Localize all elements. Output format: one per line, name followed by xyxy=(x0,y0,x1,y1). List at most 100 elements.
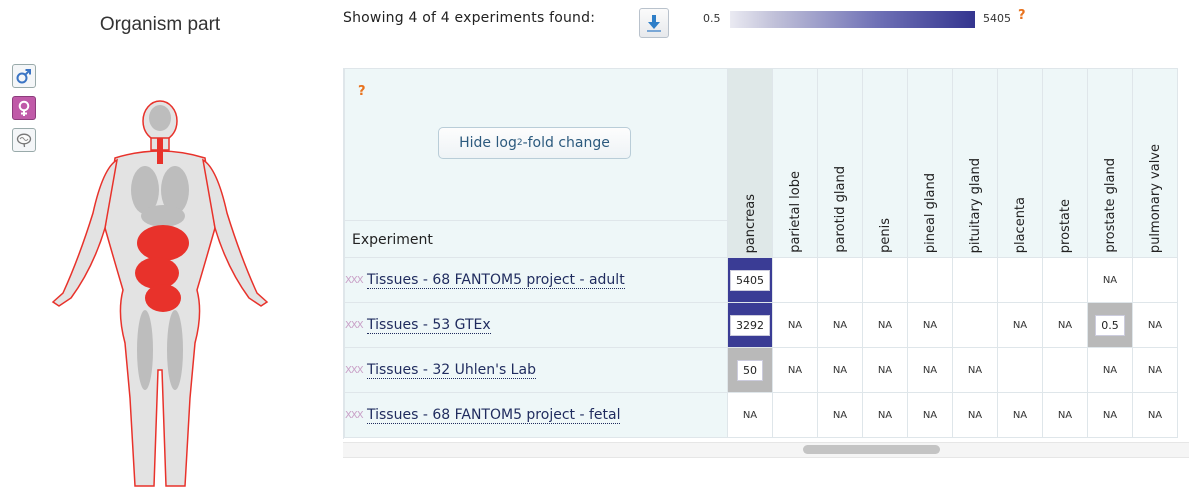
row-header: XXX Tissues - 68 FANTOM5 project - adult xyxy=(344,257,728,303)
row-header: XXX Tissues - 68 FANTOM5 project - fetal xyxy=(344,392,728,438)
column-header-placenta[interactable]: placenta xyxy=(997,68,1043,258)
column-header-pulmonary-valve[interactable]: pulmonary valve xyxy=(1132,68,1178,258)
column-header-prostate-gland[interactable]: prostate gland xyxy=(1087,68,1133,258)
anatomogram-title: Organism part xyxy=(99,14,221,35)
female-anatomogram-button[interactable] xyxy=(12,96,36,120)
expression-legend-gradient xyxy=(730,11,975,28)
heatmap-cell[interactable] xyxy=(1042,257,1088,303)
experiment-link[interactable]: Tissues - 32 Uhlen's Lab xyxy=(367,362,536,379)
table-help-icon[interactable]: ? xyxy=(358,84,366,99)
heatmap-cell[interactable] xyxy=(907,257,953,303)
heatmap-cell[interactable]: NA xyxy=(727,392,773,438)
legend-min-value: 0.5 xyxy=(703,12,721,25)
heatmap-table: ? Hide log 2 -fold change Experiment pancr… xyxy=(344,68,1178,438)
heatmap-cell[interactable] xyxy=(862,257,908,303)
heatmap-cell[interactable]: NA xyxy=(817,392,863,438)
column-label: parietal lobe xyxy=(787,171,803,253)
heatmap-cell[interactable]: NA xyxy=(1087,347,1133,393)
anatomogram-figure[interactable] xyxy=(45,98,275,490)
experiment-type-icon: XXX xyxy=(345,364,364,376)
legend-help-icon[interactable]: ? xyxy=(1018,8,1026,23)
column-label: penis xyxy=(877,218,893,253)
column-header-pineal-gland[interactable]: pineal gland xyxy=(907,68,953,258)
heatmap-cell[interactable] xyxy=(952,302,998,348)
experiment-column-header: Experiment xyxy=(352,232,433,248)
heatmap-cell[interactable]: NA xyxy=(817,347,863,393)
table-corner: ? Hide log 2 -fold change Experiment xyxy=(344,68,728,258)
row-header: XXX Tissues - 32 Uhlen's Lab xyxy=(344,347,728,393)
cell-value: 5405 xyxy=(730,269,770,291)
heatmap-cell[interactable]: NA xyxy=(1132,302,1178,348)
heatmap-cell[interactable]: NA xyxy=(1132,347,1178,393)
column-label: pineal gland xyxy=(922,172,938,253)
heatmap-cell[interactable]: NA xyxy=(907,302,953,348)
download-button[interactable] xyxy=(639,8,669,38)
heatmap-cell[interactable]: NA xyxy=(1087,392,1133,438)
heatmap-cell[interactable] xyxy=(772,257,818,303)
heatmap-cell[interactable]: NA xyxy=(952,392,998,438)
column-label: prostate gland xyxy=(1102,158,1118,253)
table-row: XXX Tissues - 32 Uhlen's Lab 50 NA NA NA … xyxy=(344,347,1178,393)
heatmap-cell[interactable] xyxy=(1042,347,1088,393)
column-header-prostate[interactable]: prostate xyxy=(1042,68,1088,258)
heatmap-cell[interactable] xyxy=(997,257,1043,303)
heatmap-cell[interactable]: 0.5 xyxy=(1087,302,1133,348)
heatmap-cell[interactable]: 50 xyxy=(727,347,773,393)
heatmap-cell[interactable]: NA xyxy=(1042,302,1088,348)
heatmap-cell[interactable]: NA xyxy=(772,347,818,393)
brain-anatomogram-button[interactable] xyxy=(12,128,36,152)
hide-button-suffix: -fold change xyxy=(522,135,610,151)
column-header-parotid-gland[interactable]: parotid gland xyxy=(817,68,863,258)
heatmap-cell[interactable]: NA xyxy=(907,347,953,393)
heatmap-cell[interactable]: NA xyxy=(817,302,863,348)
column-header-parietal-lobe[interactable]: parietal lobe xyxy=(772,68,818,258)
column-header-pancreas[interactable]: pancreas xyxy=(727,68,773,258)
experiment-link[interactable]: Tissues - 68 FANTOM5 project - adult xyxy=(367,272,625,289)
female-symbol-icon xyxy=(18,100,30,116)
cell-value: 3292 xyxy=(730,314,770,336)
brain-icon xyxy=(16,133,32,148)
hide-fold-change-button[interactable]: Hide log 2 -fold change xyxy=(438,127,631,159)
heatmap-cell[interactable]: NA xyxy=(772,302,818,348)
heatmap-cell[interactable]: NA xyxy=(997,392,1043,438)
table-row: XXX Tissues - 53 GTEx 3292 NA NA NA NA NA… xyxy=(344,302,1178,348)
heatmap-cell[interactable] xyxy=(952,257,998,303)
column-label: pancreas xyxy=(742,193,758,253)
heatmap-cell[interactable]: NA xyxy=(1132,392,1178,438)
heatmap-cell[interactable]: NA xyxy=(862,347,908,393)
hide-button-prefix: Hide log xyxy=(459,135,517,151)
heatmap-cell[interactable]: NA xyxy=(862,302,908,348)
heatmap-cell[interactable]: NA xyxy=(907,392,953,438)
experiment-link[interactable]: Tissues - 68 FANTOM5 project - fetal xyxy=(367,407,621,424)
horizontal-scrollbar[interactable] xyxy=(343,442,1189,458)
scrollbar-thumb[interactable] xyxy=(803,445,940,454)
column-header-penis[interactable]: penis xyxy=(862,68,908,258)
heatmap-cell[interactable]: NA xyxy=(862,392,908,438)
column-label: pituitary gland xyxy=(967,157,983,253)
heatmap-cell[interactable]: NA xyxy=(952,347,998,393)
heatmap-cell[interactable] xyxy=(817,257,863,303)
torso-legs-shape xyxy=(104,150,216,487)
table-row: XXX Tissues - 68 FANTOM5 project - fetal … xyxy=(344,392,1178,438)
heatmap-cell[interactable]: NA xyxy=(1087,257,1133,303)
column-label: parotid gland xyxy=(832,166,848,253)
heatmap-cell[interactable]: NA xyxy=(1042,392,1088,438)
experiment-type-icon: XXX xyxy=(345,274,364,286)
heatmap-table-container: ? Hide log 2 -fold change Experiment pancr… xyxy=(343,68,1189,439)
male-anatomogram-button[interactable] xyxy=(12,64,36,88)
heatmap-cell[interactable] xyxy=(1132,257,1178,303)
heatmap-cell[interactable]: 5405 xyxy=(727,257,773,303)
heatmap-cell[interactable]: NA xyxy=(997,302,1043,348)
column-header-pituitary-gland[interactable]: pituitary gland xyxy=(952,68,998,258)
heatmap-cell[interactable] xyxy=(772,392,818,438)
cell-value: 50 xyxy=(737,359,763,381)
male-symbol-icon xyxy=(16,69,31,84)
cell-value: 0.5 xyxy=(1095,314,1125,336)
column-label: prostate xyxy=(1057,198,1073,253)
experiment-link[interactable]: Tissues - 53 GTEx xyxy=(367,317,491,334)
experiment-type-icon: XXX xyxy=(345,409,364,421)
experiments-count-text: Showing 4 of 4 experiments found: xyxy=(343,10,596,26)
heatmap-cell[interactable] xyxy=(997,347,1043,393)
column-label: pulmonary valve xyxy=(1147,143,1163,253)
heatmap-cell[interactable]: 3292 xyxy=(727,302,773,348)
